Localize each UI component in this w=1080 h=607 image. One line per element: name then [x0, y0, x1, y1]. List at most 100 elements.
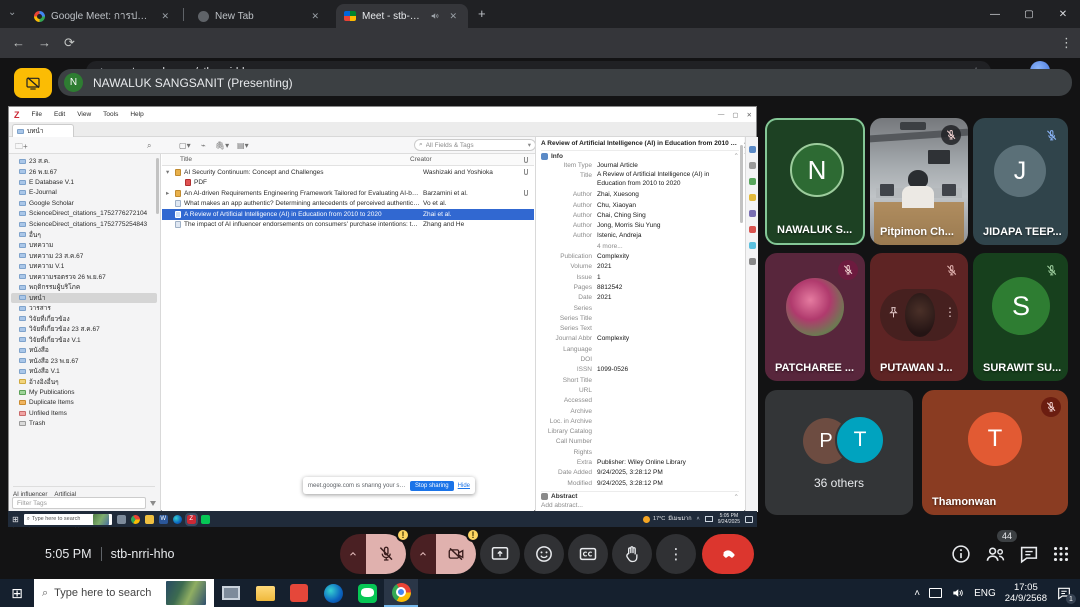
- presenter-word-icon[interactable]: W: [159, 515, 168, 524]
- start-button[interactable]: ⊞: [0, 579, 34, 607]
- related-pane-icon[interactable]: [749, 242, 756, 249]
- add-by-identifier-icon[interactable]: ⌁: [201, 141, 206, 150]
- window-close-button[interactable]: ✕: [1046, 0, 1080, 28]
- field-row[interactable]: Date Added9/24/2025, 3:28:12 PM: [541, 468, 739, 478]
- notes-pane-icon[interactable]: [749, 194, 756, 201]
- menu-help[interactable]: Help: [130, 111, 143, 118]
- tile-options-kebab-icon[interactable]: ⋮: [944, 305, 956, 319]
- collapse-icon[interactable]: ⌃: [734, 493, 739, 501]
- field-row[interactable]: Call Number: [541, 437, 739, 447]
- item-row[interactable]: The impact of AI influencer endorsements…: [162, 220, 534, 231]
- field-row[interactable]: Accessed: [541, 396, 739, 406]
- presenter-line-icon[interactable]: [201, 515, 210, 524]
- field-row[interactable]: AuthorZhai, Xuesong: [541, 190, 739, 200]
- collection-row[interactable]: อื่นๆ: [11, 230, 157, 240]
- item-pane-scrollbar[interactable]: [740, 145, 743, 223]
- tab-audio-icon[interactable]: [430, 11, 440, 21]
- new-collection-icon[interactable]: 🗀+: [15, 141, 28, 155]
- info-section-header[interactable]: Info ⌃: [541, 150, 739, 161]
- collection-search-icon[interactable]: ⌕: [147, 141, 151, 151]
- taskbar-clock[interactable]: 17:05 24/9/2568: [1005, 582, 1047, 604]
- window-minimize-button[interactable]: —: [978, 0, 1012, 28]
- new-item-icon[interactable]: ▢▾: [179, 141, 191, 150]
- field-row[interactable]: Rights: [541, 448, 739, 458]
- activities-grid-icon[interactable]: [1050, 543, 1072, 565]
- field-row[interactable]: DOI: [541, 355, 739, 365]
- collection-row[interactable]: E Database V.1: [11, 177, 157, 187]
- new-tab-button[interactable]: +: [478, 6, 486, 21]
- field-row[interactable]: Volume2021: [541, 262, 739, 272]
- collapse-icon[interactable]: ⌃: [734, 152, 739, 160]
- zotero-search-input[interactable]: ⌕ All Fields & Tags ▾: [414, 139, 536, 151]
- tag-filter-funnel-icon[interactable]: [150, 501, 156, 506]
- reactions-button[interactable]: [524, 534, 564, 574]
- collection-row[interactable]: 26 พ.ย.67: [11, 167, 157, 177]
- tile-thamonwan[interactable]: T Thamonwan: [922, 390, 1068, 515]
- item-row-selected[interactable]: A Review of Artificial Intelligence (AI)…: [162, 209, 534, 220]
- presenter-zotero-icon[interactable]: Z: [187, 515, 196, 524]
- collection-row[interactable]: Google Scholar: [11, 198, 157, 208]
- menu-view[interactable]: View: [77, 111, 91, 118]
- raise-hand-button[interactable]: [612, 534, 652, 574]
- collection-row[interactable]: หนังสือ: [11, 345, 157, 355]
- field-row[interactable]: AuthorChu, Xiaoyan: [541, 201, 739, 211]
- tab-meet-active[interactable]: Meet - stb-nrri-hho ✕: [336, 4, 468, 28]
- collection-row-selected[interactable]: บทนำ: [11, 293, 157, 303]
- presenter-rdp-icon[interactable]: [117, 515, 126, 524]
- collection-row[interactable]: บทความรอตรวจ 26 พ.ย.67: [11, 272, 157, 282]
- collection-row[interactable]: บทความ 23 ส.ค.67: [11, 251, 157, 261]
- item-row[interactable]: What makes an app authentic? Determining…: [162, 199, 534, 210]
- people-icon[interactable]: [984, 543, 1007, 566]
- item-row[interactable]: ▸ An AI-driven Requirements Engineering …: [162, 188, 534, 199]
- collection-row[interactable]: วารสาร: [11, 303, 157, 313]
- locate-pane-icon[interactable]: [749, 258, 756, 265]
- item-child-row[interactable]: PDF: [162, 178, 534, 189]
- tab-google-meet[interactable]: Google Meet: การประชุมผ่านเว็บ... ✕: [26, 4, 180, 28]
- zotero-close-icon[interactable]: ✕: [747, 111, 752, 119]
- collection-row[interactable]: ScienceDirect_citations_1752775254843: [11, 219, 157, 229]
- network-icon[interactable]: [929, 588, 942, 598]
- tag-filter-input[interactable]: Filter Tags: [12, 497, 146, 509]
- field-row[interactable]: Date2021: [541, 293, 739, 303]
- tile-nawaluk[interactable]: N NAWALUK S...: [765, 118, 865, 245]
- attachments-pane-icon[interactable]: [749, 178, 756, 185]
- presenter-edge-icon[interactable]: [173, 515, 182, 524]
- window-maximize-button[interactable]: ▢: [1012, 0, 1046, 28]
- presenter-explorer-icon[interactable]: [145, 515, 154, 524]
- field-row[interactable]: Library Catalog: [541, 427, 739, 437]
- camera-options-chevron[interactable]: [410, 534, 436, 574]
- taskbar-edge-icon[interactable]: [316, 579, 350, 607]
- collection-row[interactable]: พฤติกรรมผู้บริโภค: [11, 282, 157, 292]
- collection-row[interactable]: บทความ: [11, 240, 157, 250]
- menu-tools[interactable]: Tools: [103, 111, 118, 118]
- tile-pitpimon[interactable]: Pitpimon Ch...: [870, 118, 968, 245]
- collection-row-trash[interactable]: Trash: [11, 419, 157, 429]
- taskbar-red-app-icon[interactable]: [282, 579, 316, 607]
- field-row[interactable]: Issue1: [541, 273, 739, 283]
- hide-toast-link[interactable]: Hide: [458, 483, 470, 489]
- more-options-button[interactable]: ⋮: [656, 534, 696, 574]
- tags-pane-icon[interactable]: [749, 226, 756, 233]
- reload-icon[interactable]: ⟳: [64, 35, 75, 51]
- collection-row[interactable]: หนังสือ 23 พ.ย.67: [11, 356, 157, 366]
- tile-jidapa[interactable]: J JIDAPA TEEP...: [973, 118, 1068, 245]
- mic-options-chevron[interactable]: [340, 534, 366, 574]
- browser-menu-kebab-icon[interactable]: ⋮: [1060, 35, 1073, 51]
- field-row[interactable]: AuthorChai, Ching Sing: [541, 211, 739, 221]
- column-creator[interactable]: Creator: [410, 156, 432, 163]
- presenter-tray-chevron-icon[interactable]: ˄: [697, 516, 700, 522]
- pin-icon[interactable]: [887, 306, 900, 319]
- collection-row[interactable]: E-Journal: [11, 188, 157, 198]
- column-attachment-icon[interactable]: [524, 157, 528, 163]
- collection-row[interactable]: วิจัยที่เกี่ยวข้อง V.1: [11, 335, 157, 345]
- zotero-library-tab[interactable]: บทนำ: [12, 124, 74, 137]
- tab-close-icon[interactable]: ✕: [446, 10, 460, 23]
- chat-icon[interactable]: [1018, 543, 1040, 565]
- tile-surawit[interactable]: S SURAWIT SU...: [973, 253, 1068, 381]
- volume-icon[interactable]: [951, 586, 965, 600]
- collection-row[interactable]: 23 ส.ค.: [11, 156, 157, 166]
- menu-edit[interactable]: Edit: [54, 111, 65, 118]
- presenter-weather-widget[interactable]: 17°C มีเมฆมาก: [643, 515, 692, 523]
- captions-button[interactable]: [568, 534, 608, 574]
- tray-chevron-icon[interactable]: ˄: [914, 588, 920, 599]
